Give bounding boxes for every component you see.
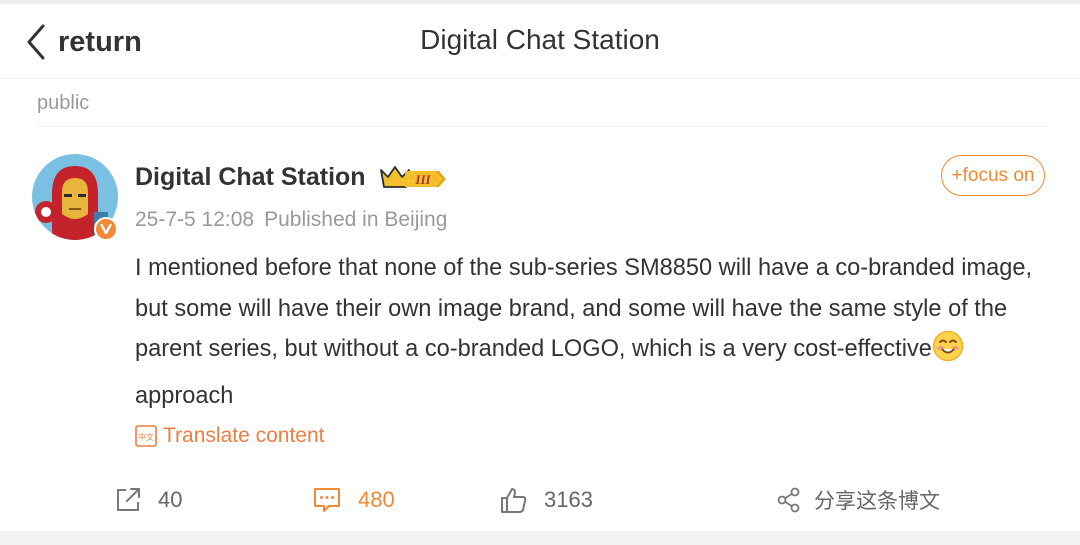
smile-emoji-icon [932, 330, 964, 376]
svg-text:中文: 中文 [138, 432, 154, 442]
nav-bar: return Digital Chat Station [0, 4, 1080, 79]
visibility-label: public [37, 92, 90, 114]
avatar[interactable] [32, 154, 118, 241]
badge-level: III [414, 172, 431, 187]
author-name[interactable]: Digital Chat Station [135, 163, 366, 192]
thumbs-up-icon [501, 488, 527, 513]
chevron-left-icon [27, 24, 45, 60]
post-date: 25-7-5 12:08 [135, 208, 255, 231]
forward-button[interactable]: 分享这条博文 [776, 478, 940, 522]
forward-label: 分享这条博文 [814, 489, 940, 513]
forward-share-icon [777, 487, 800, 513]
divider [37, 126, 1047, 127]
translate-icon: 中文 [135, 425, 157, 447]
translate-label: Translate content [163, 424, 325, 447]
page-title: Digital Chat Station [420, 24, 660, 55]
follow-button[interactable]: +focus on [941, 155, 1045, 196]
post-meta: 25-7-5 12:08 Published in Beijing [135, 208, 447, 232]
verified-badge-icon [94, 217, 118, 241]
post-location: Published in Beijing [264, 208, 448, 231]
comment-count: 480 [358, 487, 395, 512]
comment-button[interactable]: 480 [312, 478, 395, 522]
like-count: 3163 [544, 487, 593, 512]
back-label: return [58, 25, 142, 58]
comment-icon [314, 488, 340, 512]
member-crown-badge[interactable]: III [379, 163, 449, 198]
like-button[interactable]: 3163 [500, 478, 593, 522]
translate-link[interactable]: 中文 Translate content [135, 424, 324, 448]
bottom-separator [0, 531, 1080, 545]
share-count: 40 [158, 487, 183, 512]
action-bar: 40 480 3163 分享这条博文 [0, 478, 1080, 522]
post-text-end: approach [135, 382, 234, 409]
post-text: I mentioned before that none of the sub-… [135, 248, 1060, 416]
share-icon [117, 488, 140, 511]
back-button[interactable]: return [26, 22, 142, 62]
share-button[interactable]: 40 [114, 478, 182, 522]
post-text-main: I mentioned before that none of the sub-… [135, 255, 1033, 362]
